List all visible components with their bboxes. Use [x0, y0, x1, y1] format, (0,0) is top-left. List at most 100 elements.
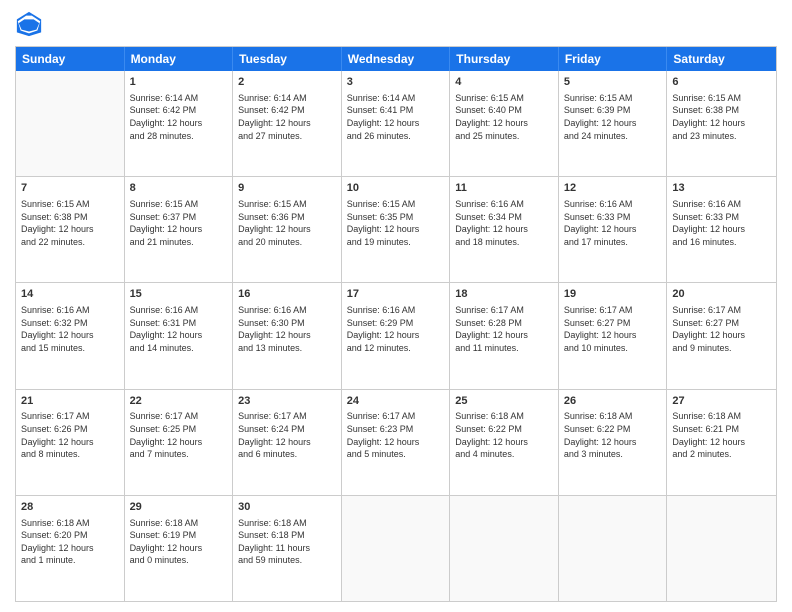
- day-info: Sunrise: 6:18 AM Sunset: 6:21 PM Dayligh…: [672, 410, 771, 460]
- day-number: 19: [564, 287, 662, 302]
- day-info: Sunrise: 6:16 AM Sunset: 6:29 PM Dayligh…: [347, 304, 445, 354]
- cal-cell: 20 Sunrise: 6:17 AM Sunset: 6:27 PM Dayli…: [667, 283, 776, 388]
- cal-cell: 7Sunrise: 6:15 AM Sunset: 6:38 PM Daylig…: [16, 177, 125, 282]
- day-number: 27: [672, 394, 771, 409]
- day-info: Sunrise: 6:16 AM Sunset: 6:34 PM Dayligh…: [455, 198, 553, 248]
- cal-cell: 26Sunrise: 6:18 AM Sunset: 6:22 PM Dayli…: [559, 390, 668, 495]
- day-number: 26: [564, 394, 662, 409]
- cal-cell: 24Sunrise: 6:17 AM Sunset: 6:23 PM Dayli…: [342, 390, 451, 495]
- cal-cell: 8 Sunrise: 6:15 AM Sunset: 6:37 PM Daylig…: [125, 177, 234, 282]
- day-info: Sunrise: 6:17 AM Sunset: 6:25 PM Dayligh…: [130, 410, 228, 460]
- day-number: 21: [21, 394, 119, 409]
- cal-cell: [450, 496, 559, 601]
- cal-week-row: 1 Sunrise: 6:14 AM Sunset: 6:42 PM Daylig…: [16, 71, 776, 177]
- day-info: Sunrise: 6:17 AM Sunset: 6:27 PM Dayligh…: [564, 304, 662, 354]
- day-info: Sunrise: 6:16 AM Sunset: 6:31 PM Dayligh…: [130, 304, 228, 354]
- cal-cell: [559, 496, 668, 601]
- day-info: Sunrise: 6:17 AM Sunset: 6:27 PM Dayligh…: [672, 304, 771, 354]
- cal-header-day: Saturday: [667, 47, 776, 71]
- cal-cell: 15 Sunrise: 6:16 AM Sunset: 6:31 PM Dayli…: [125, 283, 234, 388]
- day-number: 5: [564, 75, 662, 90]
- cal-cell: 22Sunrise: 6:17 AM Sunset: 6:25 PM Dayli…: [125, 390, 234, 495]
- day-number: 30: [238, 500, 336, 515]
- cal-week-row: 21Sunrise: 6:17 AM Sunset: 6:26 PM Dayli…: [16, 390, 776, 496]
- cal-cell: 2 Sunrise: 6:14 AM Sunset: 6:42 PM Daylig…: [233, 71, 342, 176]
- day-info: Sunrise: 6:17 AM Sunset: 6:26 PM Dayligh…: [21, 410, 119, 460]
- day-info: Sunrise: 6:16 AM Sunset: 6:30 PM Dayligh…: [238, 304, 336, 354]
- day-info: Sunrise: 6:15 AM Sunset: 6:37 PM Dayligh…: [130, 198, 228, 248]
- day-number: 13: [672, 181, 771, 196]
- day-info: Sunrise: 6:17 AM Sunset: 6:24 PM Dayligh…: [238, 410, 336, 460]
- cal-header-day: Tuesday: [233, 47, 342, 71]
- day-info: Sunrise: 6:15 AM Sunset: 6:38 PM Dayligh…: [21, 198, 119, 248]
- day-number: 20: [672, 287, 771, 302]
- header: [15, 10, 777, 38]
- day-info: Sunrise: 6:15 AM Sunset: 6:38 PM Dayligh…: [672, 92, 771, 142]
- day-number: 23: [238, 394, 336, 409]
- calendar-body: 1 Sunrise: 6:14 AM Sunset: 6:42 PM Daylig…: [16, 71, 776, 601]
- day-number: 3: [347, 75, 445, 90]
- day-number: 10: [347, 181, 445, 196]
- cal-header-day: Friday: [559, 47, 668, 71]
- day-info: Sunrise: 6:18 AM Sunset: 6:19 PM Dayligh…: [130, 517, 228, 567]
- cal-cell: [16, 71, 125, 176]
- day-info: Sunrise: 6:18 AM Sunset: 6:18 PM Dayligh…: [238, 517, 336, 567]
- day-number: 22: [130, 394, 228, 409]
- day-info: Sunrise: 6:15 AM Sunset: 6:40 PM Dayligh…: [455, 92, 553, 142]
- day-info: Sunrise: 6:17 AM Sunset: 6:28 PM Dayligh…: [455, 304, 553, 354]
- day-info: Sunrise: 6:14 AM Sunset: 6:42 PM Dayligh…: [130, 92, 228, 142]
- cal-cell: 28 Sunrise: 6:18 AM Sunset: 6:20 PM Dayli…: [16, 496, 125, 601]
- day-info: Sunrise: 6:14 AM Sunset: 6:41 PM Dayligh…: [347, 92, 445, 142]
- cal-cell: 1 Sunrise: 6:14 AM Sunset: 6:42 PM Daylig…: [125, 71, 234, 176]
- cal-cell: 21Sunrise: 6:17 AM Sunset: 6:26 PM Dayli…: [16, 390, 125, 495]
- cal-cell: 27Sunrise: 6:18 AM Sunset: 6:21 PM Dayli…: [667, 390, 776, 495]
- day-number: 28: [21, 500, 119, 515]
- cal-week-row: 14 Sunrise: 6:16 AM Sunset: 6:32 PM Dayli…: [16, 283, 776, 389]
- cal-cell: 17 Sunrise: 6:16 AM Sunset: 6:29 PM Dayli…: [342, 283, 451, 388]
- calendar: SundayMondayTuesdayWednesdayThursdayFrid…: [15, 46, 777, 602]
- day-info: Sunrise: 6:15 AM Sunset: 6:36 PM Dayligh…: [238, 198, 336, 248]
- day-number: 8: [130, 181, 228, 196]
- cal-cell: 16 Sunrise: 6:16 AM Sunset: 6:30 PM Dayli…: [233, 283, 342, 388]
- day-number: 12: [564, 181, 662, 196]
- day-number: 25: [455, 394, 553, 409]
- day-info: Sunrise: 6:15 AM Sunset: 6:35 PM Dayligh…: [347, 198, 445, 248]
- cal-cell: 3 Sunrise: 6:14 AM Sunset: 6:41 PM Daylig…: [342, 71, 451, 176]
- cal-header-day: Thursday: [450, 47, 559, 71]
- day-number: 15: [130, 287, 228, 302]
- cal-cell: 13Sunrise: 6:16 AM Sunset: 6:33 PM Dayli…: [667, 177, 776, 282]
- cal-cell: 6 Sunrise: 6:15 AM Sunset: 6:38 PM Daylig…: [667, 71, 776, 176]
- cal-cell: 25Sunrise: 6:18 AM Sunset: 6:22 PM Dayli…: [450, 390, 559, 495]
- day-number: 18: [455, 287, 553, 302]
- page: SundayMondayTuesdayWednesdayThursdayFrid…: [0, 0, 792, 612]
- logo-icon: [15, 10, 43, 38]
- cal-cell: [667, 496, 776, 601]
- cal-cell: 10 Sunrise: 6:15 AM Sunset: 6:35 PM Dayli…: [342, 177, 451, 282]
- day-number: 2: [238, 75, 336, 90]
- day-info: Sunrise: 6:16 AM Sunset: 6:32 PM Dayligh…: [21, 304, 119, 354]
- day-number: 6: [672, 75, 771, 90]
- logo: [15, 10, 47, 38]
- day-info: Sunrise: 6:18 AM Sunset: 6:20 PM Dayligh…: [21, 517, 119, 567]
- cal-cell: 19 Sunrise: 6:17 AM Sunset: 6:27 PM Dayli…: [559, 283, 668, 388]
- cal-header-day: Sunday: [16, 47, 125, 71]
- day-number: 11: [455, 181, 553, 196]
- day-number: 14: [21, 287, 119, 302]
- cal-cell: 9 Sunrise: 6:15 AM Sunset: 6:36 PM Daylig…: [233, 177, 342, 282]
- cal-week-row: 28 Sunrise: 6:18 AM Sunset: 6:20 PM Dayli…: [16, 496, 776, 601]
- day-info: Sunrise: 6:14 AM Sunset: 6:42 PM Dayligh…: [238, 92, 336, 142]
- cal-cell: 14 Sunrise: 6:16 AM Sunset: 6:32 PM Dayli…: [16, 283, 125, 388]
- calendar-header: SundayMondayTuesdayWednesdayThursdayFrid…: [16, 47, 776, 71]
- cal-cell: 11 Sunrise: 6:16 AM Sunset: 6:34 PM Dayli…: [450, 177, 559, 282]
- day-number: 1: [130, 75, 228, 90]
- day-info: Sunrise: 6:15 AM Sunset: 6:39 PM Dayligh…: [564, 92, 662, 142]
- cal-cell: 5 Sunrise: 6:15 AM Sunset: 6:39 PM Daylig…: [559, 71, 668, 176]
- cal-cell: 18 Sunrise: 6:17 AM Sunset: 6:28 PM Dayli…: [450, 283, 559, 388]
- cal-cell: 29Sunrise: 6:18 AM Sunset: 6:19 PM Dayli…: [125, 496, 234, 601]
- day-number: 4: [455, 75, 553, 90]
- day-number: 9: [238, 181, 336, 196]
- day-number: 16: [238, 287, 336, 302]
- day-number: 17: [347, 287, 445, 302]
- day-number: 24: [347, 394, 445, 409]
- cal-cell: 23Sunrise: 6:17 AM Sunset: 6:24 PM Dayli…: [233, 390, 342, 495]
